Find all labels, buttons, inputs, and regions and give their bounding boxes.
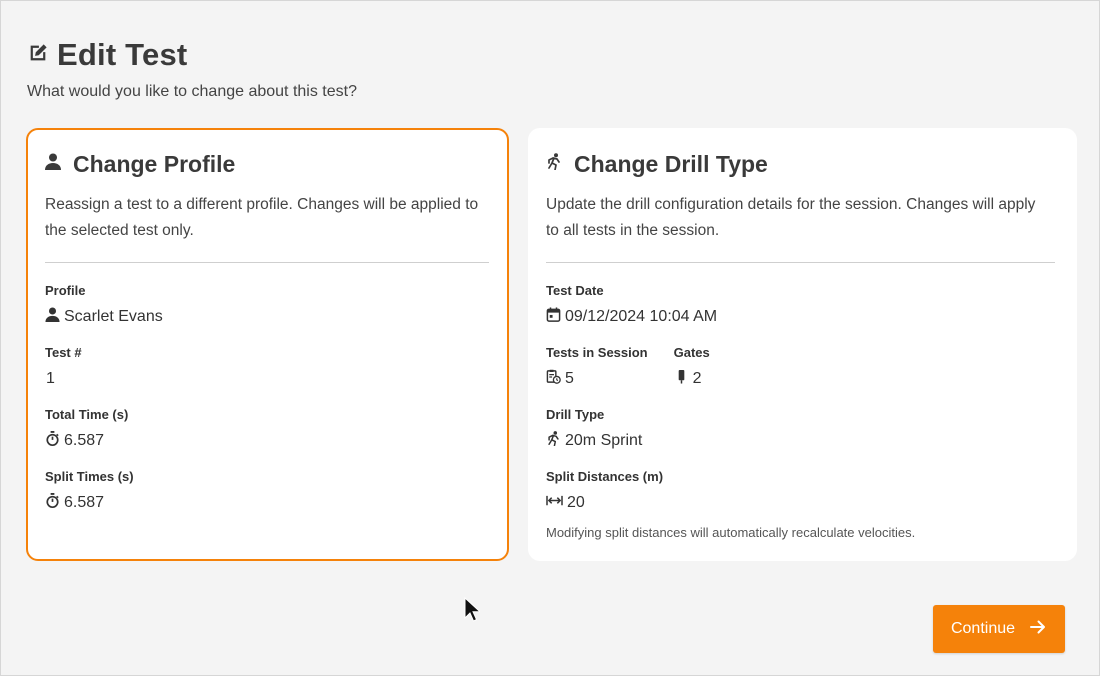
stopwatch-icon (45, 493, 60, 513)
field-value: Scarlet Evans (45, 307, 489, 327)
edit-icon (27, 42, 49, 69)
field-value: 2 (674, 369, 710, 389)
field-label: Test # (45, 345, 82, 360)
field-value: 6.587 (45, 431, 489, 451)
card-header: Change Drill Type (546, 148, 1055, 180)
test-date-field: Test Date 09/12/2024 10:04 AM (546, 283, 1055, 327)
divider (45, 262, 489, 263)
runner-icon (546, 431, 561, 451)
gate-icon (674, 369, 689, 389)
person-icon (45, 307, 60, 327)
card-header: Change Profile (45, 148, 489, 180)
field-value: 5 (546, 369, 648, 389)
field-value: 20m Sprint (546, 431, 1055, 451)
change-drill-type-card[interactable]: Change Drill Type Update the drill confi… (528, 128, 1077, 561)
split-times-field: Split Times (s) 6.587 (45, 469, 489, 513)
card-title: Change Drill Type (574, 150, 768, 177)
test-number: 1 (46, 370, 55, 387)
field-label: Total Time (s) (45, 407, 129, 422)
page-title: Edit Test (57, 37, 188, 72)
card-description: Reassign a test to a different profile. … (45, 196, 479, 239)
page-header: Edit Test What would you like to change … (27, 37, 357, 101)
field-label: Gates (673, 345, 710, 360)
field-label: Test Date (546, 283, 604, 298)
gates-field: Gates 2 (674, 345, 710, 389)
width-arrows-icon (546, 493, 563, 513)
field-value: 09/12/2024 10:04 AM (546, 307, 1055, 327)
field-value: 20 (546, 493, 1055, 513)
field-label: Split Times (s) (45, 469, 134, 484)
change-profile-card[interactable]: Change Profile Reassign a test to a diff… (26, 128, 509, 561)
card-title: Change Profile (73, 150, 236, 177)
recalculate-note: Modifying split distances will automatic… (546, 525, 916, 540)
calendar-icon (546, 307, 561, 327)
gates-count: 2 (692, 370, 702, 387)
total-time: 6.587 (64, 432, 105, 449)
test-number-field: Test # 1 (45, 345, 489, 389)
drill-type: 20m Sprint (565, 432, 643, 449)
profile-field: Profile Scarlet Evans (45, 283, 489, 327)
split-distances: 20 (567, 494, 585, 511)
field-label: Drill Type (546, 407, 605, 422)
session-gates-row: Tests in Session 5 Gates 2 (546, 345, 1055, 407)
continue-button[interactable]: Continue (933, 605, 1065, 653)
card-description: Update the drill configuration details f… (546, 196, 1036, 239)
test-date: 09/12/2024 10:04 AM (565, 308, 718, 325)
title-row: Edit Test (27, 37, 357, 73)
stopwatch-icon (45, 431, 60, 451)
continue-label: Continue (950, 620, 1016, 637)
field-label: Tests in Session (546, 345, 648, 360)
arrow-right-icon (1029, 618, 1047, 641)
total-time-field: Total Time (s) 6.587 (45, 407, 489, 451)
clipboard-clock-icon (546, 369, 561, 389)
tests-in-session: 5 (565, 370, 574, 387)
drill-type-field: Drill Type 20m Sprint (546, 407, 1055, 451)
tests-in-session-field: Tests in Session 5 (546, 345, 648, 389)
field-label: Split Distances (m) (546, 469, 664, 484)
page-subtitle: What would you like to change about this… (27, 83, 357, 100)
field-value: 6.587 (45, 493, 489, 513)
split-distances-field: Split Distances (m) 20 (546, 469, 1055, 513)
runner-icon (546, 153, 562, 175)
field-label: Profile (45, 283, 86, 298)
divider (546, 262, 1055, 263)
field-value: 1 (45, 369, 489, 389)
split-times: 6.587 (64, 494, 105, 511)
mouse-cursor-icon (464, 597, 480, 622)
profile-name: Scarlet Evans (64, 308, 163, 325)
person-icon (45, 153, 61, 175)
